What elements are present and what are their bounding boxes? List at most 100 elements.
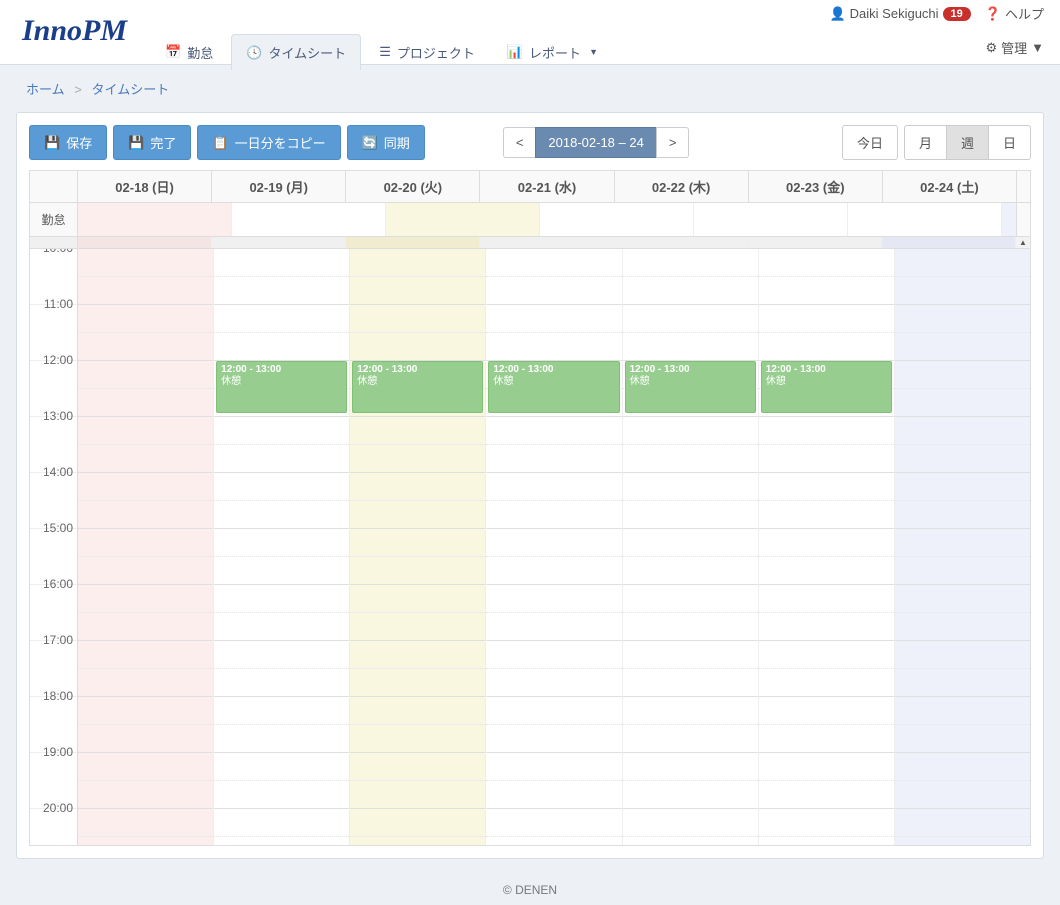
date-nav: < 2018-02-18 – 24 >: [503, 127, 690, 158]
allday-cell[interactable]: [540, 203, 694, 236]
notification-badge[interactable]: 19: [943, 7, 971, 21]
view-day[interactable]: 日: [988, 125, 1031, 160]
admin-label: 管理: [1001, 38, 1027, 57]
scroll-up-icon[interactable]: ▲: [1016, 237, 1030, 248]
calendar-event[interactable]: 12:00 - 13:00休憩: [488, 361, 619, 413]
event-title: 休憩: [357, 376, 478, 388]
breadcrumb-home[interactable]: ホーム: [26, 82, 65, 97]
day-header: 02-19 (月): [212, 171, 346, 202]
calendar-event[interactable]: 12:00 - 13:00休憩: [761, 361, 892, 413]
calendar-event[interactable]: 12:00 - 13:00休憩: [625, 361, 756, 413]
save-button[interactable]: 💾 保存: [29, 125, 107, 160]
time-label: 12:00: [43, 353, 73, 367]
cal-corner: [30, 171, 78, 202]
help-label: ヘルプ: [1005, 4, 1044, 23]
clock-icon: 🕓: [246, 45, 262, 61]
nav-timesheet[interactable]: 🕓 タイムシート: [231, 34, 361, 70]
day-column[interactable]: [78, 249, 214, 845]
day-header: 02-21 (水): [480, 171, 614, 202]
copy-day-button[interactable]: 📋 一日分をコピー: [197, 125, 340, 160]
time-label: 18:00: [43, 689, 73, 703]
nav-project[interactable]: ☰ プロジェクト: [365, 35, 489, 70]
user-name: Daiki Sekiguchi: [850, 6, 939, 21]
app-header: InnoPM 📅 勤怠 🕓 タイムシート ☰ プロジェクト 📊 レポート ▼ 👤…: [0, 0, 1060, 65]
allday-cell[interactable]: [386, 203, 540, 236]
event-time: 12:00 - 13:00: [766, 364, 887, 376]
allday-cell[interactable]: [78, 203, 232, 236]
view-month[interactable]: 月: [904, 125, 947, 160]
user-menu[interactable]: 👤 Daiki Sekiguchi 19: [829, 6, 970, 22]
nav-label: タイムシート: [268, 43, 346, 62]
date-range-button[interactable]: 2018-02-18 – 24: [535, 127, 656, 158]
help-link[interactable]: ❓ ヘルプ: [985, 4, 1044, 23]
time-slot: 20:00: [30, 809, 77, 845]
scrollbar-space: [1016, 171, 1030, 202]
allday-cell[interactable]: [1002, 203, 1016, 236]
footer: © DENEN: [0, 875, 1060, 905]
calendar-grid[interactable]: 10:0011:0012:0013:0014:0015:0016:0017:00…: [30, 249, 1030, 845]
time-label: 14:00: [43, 465, 73, 479]
allday-cell[interactable]: [694, 203, 848, 236]
time-label: 20:00: [43, 801, 73, 815]
day-column[interactable]: 12:00 - 13:00休憩: [214, 249, 350, 845]
nav-attendance[interactable]: 📅 勤怠: [151, 35, 227, 70]
button-label: 一日分をコピー: [235, 133, 326, 152]
sync-icon: 🔄: [362, 135, 378, 151]
header-right: 👤 Daiki Sekiguchi 19 ❓ ヘルプ ⚙ 管理 ▼: [829, 4, 1044, 23]
nav-label: プロジェクト: [397, 43, 475, 62]
chart-icon: 📊: [507, 44, 523, 60]
allday-cell[interactable]: [232, 203, 386, 236]
breadcrumb: ホーム > タイムシート: [0, 65, 1060, 112]
nav-label: レポート: [529, 43, 581, 62]
list-icon: ☰: [379, 44, 391, 60]
allday-cell[interactable]: [848, 203, 1002, 236]
user-icon: 👤: [829, 6, 845, 22]
time-label: 17:00: [43, 633, 73, 647]
time-label: 16:00: [43, 577, 73, 591]
time-label: 19:00: [43, 745, 73, 759]
done-icon: 💾: [128, 135, 144, 151]
breadcrumb-sep: >: [74, 82, 82, 97]
copy-icon: 📋: [212, 135, 228, 151]
scrollbar-space: [1016, 203, 1030, 236]
calendar-event[interactable]: 12:00 - 13:00休憩: [352, 361, 483, 413]
day-header: 02-23 (金): [749, 171, 883, 202]
next-button[interactable]: >: [656, 127, 690, 158]
nav-label: 勤怠: [187, 43, 213, 62]
button-label: 同期: [384, 133, 410, 152]
time-label: 10:00: [43, 249, 73, 255]
view-week[interactable]: 週: [946, 125, 989, 160]
day-header: 02-18 (日): [78, 171, 212, 202]
day-column[interactable]: [895, 249, 1030, 845]
calendar-strip: ▲: [30, 237, 1030, 249]
timesheet-panel: 💾 保存 💾 完了 📋 一日分をコピー 🔄 同期 < 2018-02-18 – …: [16, 112, 1044, 859]
done-button[interactable]: 💾 完了: [113, 125, 191, 160]
prev-button[interactable]: <: [503, 127, 537, 158]
save-icon: 💾: [44, 135, 60, 151]
nav-report[interactable]: 📊 レポート ▼: [493, 35, 612, 70]
event-title: 休憩: [493, 376, 614, 388]
day-column[interactable]: 12:00 - 13:00休憩: [486, 249, 622, 845]
button-label: 完了: [150, 133, 176, 152]
time-label: 15:00: [43, 521, 73, 535]
day-column[interactable]: 12:00 - 13:00休憩: [623, 249, 759, 845]
admin-menu[interactable]: ⚙ 管理 ▼: [985, 38, 1044, 57]
event-time: 12:00 - 13:00: [357, 364, 478, 376]
calendar-event[interactable]: 12:00 - 13:00休憩: [216, 361, 347, 413]
day-column[interactable]: 12:00 - 13:00休憩: [350, 249, 486, 845]
calendar: 02-18 (日)02-19 (月)02-20 (火)02-21 (水) 02-2…: [29, 170, 1031, 846]
day-header: 02-20 (火): [346, 171, 480, 202]
day-header: 02-24 (土): [883, 171, 1016, 202]
sync-button[interactable]: 🔄 同期: [347, 125, 425, 160]
breadcrumb-current[interactable]: タイムシート: [91, 82, 169, 97]
help-icon: ❓: [985, 6, 1001, 22]
event-time: 12:00 - 13:00: [221, 364, 342, 376]
today-button[interactable]: 今日: [842, 125, 898, 160]
view-switch: 月 週 日: [904, 125, 1031, 160]
event-title: 休憩: [766, 376, 887, 388]
day-column[interactable]: 12:00 - 13:00休憩: [759, 249, 895, 845]
allday-row: 勤怠: [30, 203, 1030, 237]
event-time: 12:00 - 13:00: [493, 364, 614, 376]
event-title: 休憩: [630, 376, 751, 388]
time-label: 13:00: [43, 409, 73, 423]
